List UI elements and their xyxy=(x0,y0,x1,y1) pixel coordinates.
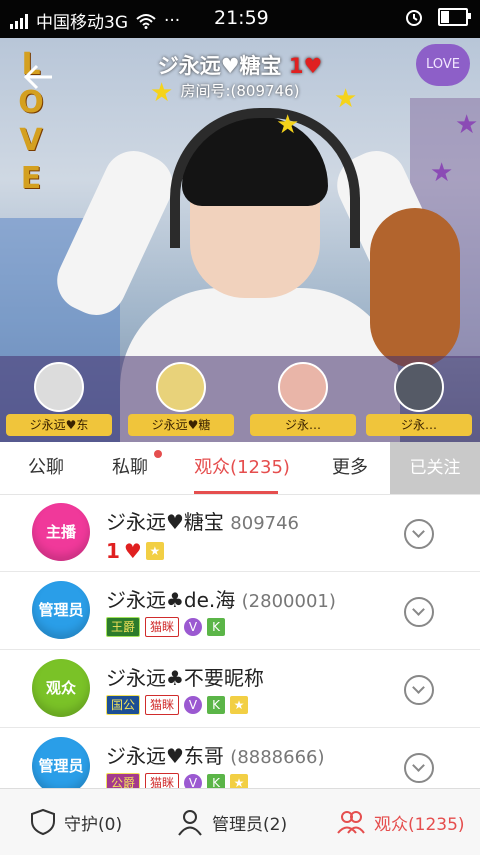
star-icon: ★ xyxy=(276,110,300,140)
tab-more[interactable]: 更多 xyxy=(330,442,370,494)
list-item[interactable]: 主播 ジ永远♥糖宝 809746 1 ♥ ★ xyxy=(0,494,480,572)
follow-button[interactable]: 已关注 xyxy=(390,442,480,494)
room-header: ジ永远♥糖宝 1♥ 房间号:(809746) xyxy=(0,38,480,108)
clock: 21:59 xyxy=(214,7,269,29)
rank-badge: 国公 xyxy=(106,695,141,715)
live-video[interactable]: LOVE LOVE ★ ★ ★ ★ ★ ジ永远♥糖宝 1♥ 房间号:(80974… xyxy=(0,38,480,442)
unread-dot xyxy=(154,450,162,458)
user-name: ジ永远♣不要昵称 xyxy=(106,666,264,690)
chevron-down-icon[interactable] xyxy=(404,597,434,627)
role-badge-viewer: 观众 xyxy=(32,659,90,717)
vip-badge-icon: V xyxy=(184,696,203,714)
rank-badge: 王爵 xyxy=(106,617,141,637)
carrier-label: 中国移动3G xyxy=(36,13,128,33)
teddy-bear xyxy=(370,208,460,368)
chevron-down-icon[interactable] xyxy=(404,675,434,705)
tab-public-chat[interactable]: 公聊 xyxy=(22,442,70,494)
tab-bar: 公聊 私聊 观众(1235) 更多 已关注 xyxy=(0,442,480,495)
list-item[interactable]: 管理员 ジ永远♣de.海 (2800001) 王爵 猫眯 V K xyxy=(0,572,480,650)
star-icon: ★ xyxy=(455,110,479,140)
list-item[interactable]: 观众 ジ永远♣不要昵称 国公 猫眯 V K ★ xyxy=(0,650,480,728)
room-title: ジ永远♥糖宝 1♥ xyxy=(157,54,323,78)
star-badge-icon: ★ xyxy=(230,696,249,714)
tab-audience[interactable]: 观众(1235) xyxy=(194,442,290,494)
alarm-icon xyxy=(406,10,422,26)
group-badge: 猫眯 xyxy=(145,617,180,637)
status-bar: 中国移动3G ··· 21:59 xyxy=(0,0,480,38)
chevron-down-icon[interactable] xyxy=(404,519,434,549)
more-notifications-icon: ··· xyxy=(164,10,181,31)
role-badge-host: 主播 xyxy=(32,503,90,561)
person-icon xyxy=(178,810,202,836)
host-hearts: 1 ♥ ★ xyxy=(106,539,164,563)
heart-icon: ♥ xyxy=(123,539,142,563)
fan-avatar[interactable]: ジ永… xyxy=(366,362,472,436)
role-badge-admin: 管理员 xyxy=(32,737,90,795)
role-badge-admin: 管理员 xyxy=(32,581,90,639)
user-badges: 国公 猫眯 V K ★ xyxy=(106,695,249,715)
signal-icon xyxy=(10,13,28,29)
viewers-button[interactable]: 观众(1235) xyxy=(336,789,465,855)
admins-button[interactable]: 管理员(2) xyxy=(176,789,287,855)
wifi-icon xyxy=(136,13,156,29)
user-badges: 王爵 猫眯 V K xyxy=(106,617,226,637)
shield-icon xyxy=(31,808,55,836)
k-badge-icon: K xyxy=(207,696,226,714)
k-badge-icon: K xyxy=(207,618,226,636)
group-badge: 猫眯 xyxy=(145,695,180,715)
star-icon: ★ xyxy=(430,158,454,188)
fan-avatar[interactable]: ジ永… xyxy=(250,362,356,436)
guard-button[interactable]: 守护(0) xyxy=(30,789,122,855)
fan-avatar[interactable]: ジ永远♥糖 xyxy=(128,362,234,436)
people-icon xyxy=(337,811,365,834)
vip-badge-icon: V xyxy=(184,618,203,636)
top-fans-strip: ジ永远♥东 ジ永远♥糖 ジ永… ジ永… xyxy=(0,356,480,442)
avatar xyxy=(156,362,206,412)
fan-avatar[interactable]: ジ永远♥东 xyxy=(6,362,112,436)
user-name: ジ永远♥东哥 (8888666) xyxy=(106,744,325,768)
headphones xyxy=(170,108,360,248)
avatar xyxy=(34,362,84,412)
user-name: ジ永远♣de.海 (2800001) xyxy=(106,588,336,612)
avatar xyxy=(394,362,444,412)
heart-count: 1 xyxy=(288,54,304,78)
avatar xyxy=(278,362,328,412)
bottom-bar: 守护(0) 管理员(2) 观众(1235) xyxy=(0,788,480,855)
heart-icon: ♥ xyxy=(303,54,323,78)
user-name: ジ永远♥糖宝 809746 xyxy=(106,510,300,534)
tab-private-chat[interactable]: 私聊 xyxy=(106,442,162,494)
star-badge-icon: ★ xyxy=(145,542,164,560)
audience-list: 主播 ジ永远♥糖宝 809746 1 ♥ ★ 管理员 ジ永远♣de.海 (280… xyxy=(0,494,480,806)
room-number: 房间号:(809746) xyxy=(180,82,300,100)
chevron-down-icon[interactable] xyxy=(404,753,434,783)
battery-icon xyxy=(438,8,471,26)
